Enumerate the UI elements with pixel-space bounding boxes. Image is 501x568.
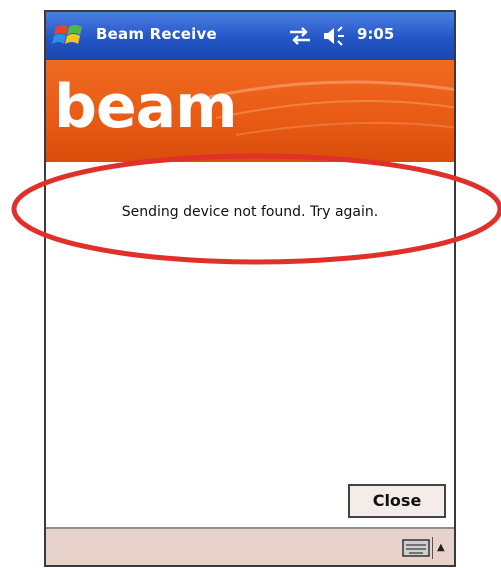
sip-menu-arrow-icon[interactable]: ▲ <box>437 542 449 554</box>
app-title: Beam Receive <box>96 25 217 43</box>
pocketpc-screen: Beam Receive 9:05 beam Sending device no… <box>44 10 456 567</box>
banner-title: beam <box>54 72 238 142</box>
beam-banner: beam <box>46 60 454 162</box>
status-message: Sending device not found. Try again. <box>121 204 379 220</box>
content-area: Sending device not found. Try again. <box>46 162 454 527</box>
windows-flag-icon[interactable] <box>52 19 86 53</box>
keyboard-icon[interactable] <box>402 538 430 558</box>
sip-divider <box>432 537 433 559</box>
menu-bar: ▲ <box>46 527 454 565</box>
title-bar: Beam Receive 9:05 <box>46 12 454 60</box>
connectivity-icon[interactable] <box>288 25 312 47</box>
close-button[interactable]: Close <box>348 484 446 518</box>
clock[interactable]: 9:05 <box>357 25 394 43</box>
volume-icon[interactable] <box>322 25 348 47</box>
